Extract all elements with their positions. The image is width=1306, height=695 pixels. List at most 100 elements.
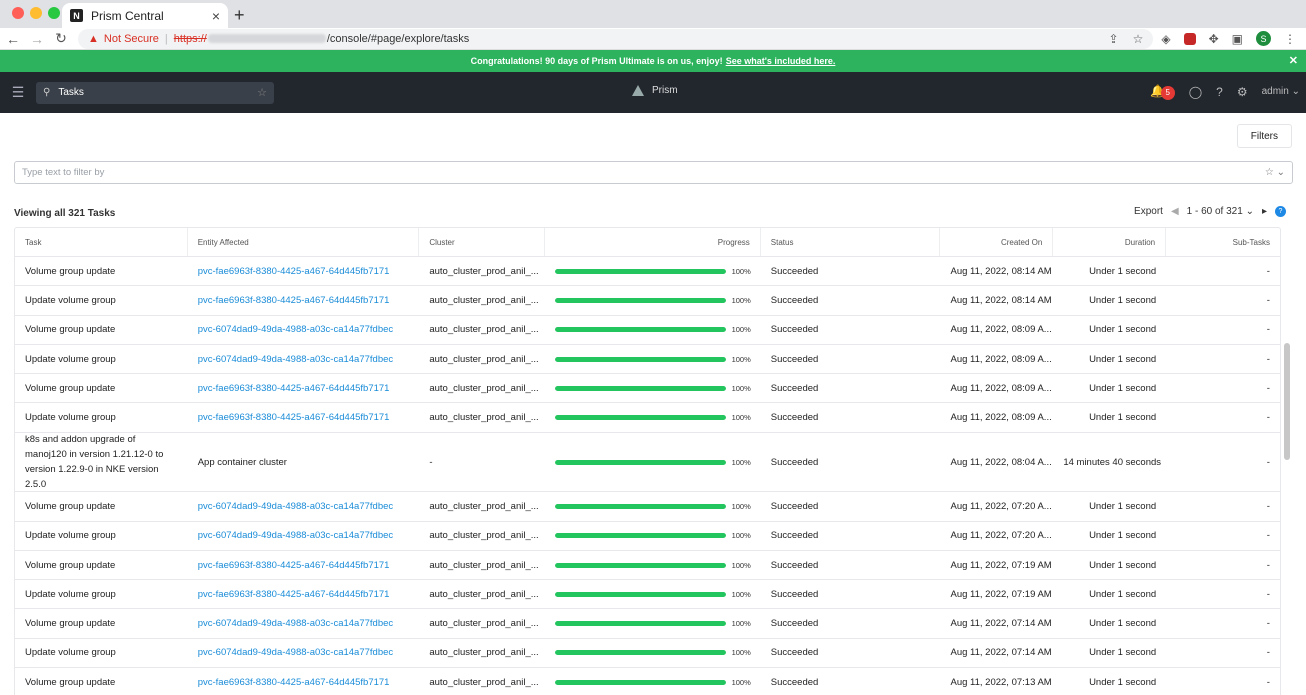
progress-cell: 100% bbox=[545, 648, 761, 657]
created-on: Aug 11, 2022, 07:13 AM bbox=[950, 676, 1052, 688]
column-header-subtasks[interactable]: Sub-Tasks bbox=[1166, 228, 1280, 256]
profile-avatar[interactable]: S bbox=[1256, 31, 1271, 46]
not-secure-label[interactable]: Not Secure bbox=[104, 33, 159, 45]
info-icon[interactable]: ? bbox=[1275, 206, 1286, 217]
column-header-task[interactable]: Task bbox=[15, 228, 188, 256]
entity-link[interactable]: pvc-fae6963f-8380-4425-a467-64d445fb7171 bbox=[188, 589, 420, 600]
progress-fill bbox=[555, 415, 726, 421]
table-row[interactable]: Update volume group pvc-fae6963f-8380-442… bbox=[15, 580, 1280, 610]
sub-tasks: - bbox=[1266, 530, 1270, 542]
table-row[interactable]: Update volume group pvc-6074dad9-49da-498… bbox=[15, 522, 1280, 551]
table-row[interactable]: Volume group update pvc-fae6963f-8380-442… bbox=[15, 668, 1280, 695]
next-page-icon[interactable]: ▸ bbox=[1262, 206, 1267, 217]
previous-page-icon[interactable]: ◀ bbox=[1171, 206, 1179, 217]
table-row[interactable]: Update volume group pvc-fae6963f-8380-442… bbox=[15, 286, 1280, 316]
close-icon[interactable]: ✕ bbox=[1289, 54, 1298, 67]
progress-cell: 100% bbox=[545, 413, 761, 422]
tasks-circle-icon[interactable]: ◯ bbox=[1189, 85, 1202, 99]
table-row[interactable]: Update volume group pvc-6074dad9-49da-498… bbox=[15, 345, 1280, 375]
column-header-progress[interactable]: Progress bbox=[545, 228, 761, 256]
column-header-created[interactable]: Created On bbox=[940, 228, 1054, 256]
progress-percent: 100% bbox=[731, 354, 751, 364]
table-row[interactable]: Volume group update pvc-fae6963f-8380-442… bbox=[15, 374, 1280, 404]
sidebar-icon[interactable]: ▣ bbox=[1232, 32, 1243, 46]
filter-star-icon[interactable]: ☆ ⌄ bbox=[1265, 167, 1285, 178]
entity-link[interactable]: pvc-6074dad9-49da-4988-a03c-ca14a77fdbec bbox=[188, 618, 420, 629]
extension-icon[interactable]: ◈ bbox=[1161, 32, 1170, 46]
sub-tasks: - bbox=[1266, 500, 1270, 512]
cluster-name: auto_cluster_prod_anil_... bbox=[429, 382, 539, 394]
progress-percent: 100% bbox=[731, 560, 751, 570]
column-header-status[interactable]: Status bbox=[761, 228, 941, 256]
star-icon[interactable]: ☆ bbox=[257, 86, 267, 99]
duration: Under 1 second bbox=[1089, 676, 1157, 688]
minimize-window-button[interactable] bbox=[30, 7, 42, 19]
task-name: Volume group update bbox=[25, 382, 116, 394]
header-actions: 🔔 5 ◯ ? ⚙ admin ⌄ bbox=[1150, 84, 1300, 100]
alerts[interactable]: 🔔 5 bbox=[1150, 84, 1175, 100]
extension-shield-icon[interactable] bbox=[1183, 32, 1196, 45]
entity-link[interactable]: pvc-fae6963f-8380-4425-a467-64d445fb7171 bbox=[188, 560, 420, 571]
entity-link[interactable]: pvc-fae6963f-8380-4425-a467-64d445fb7171 bbox=[188, 266, 420, 277]
entity-link[interactable]: pvc-6074dad9-49da-4988-a03c-ca14a77fdbec bbox=[188, 530, 420, 541]
progress-bar bbox=[555, 356, 726, 362]
entity-link[interactable]: pvc-fae6963f-8380-4425-a467-64d445fb7171 bbox=[188, 383, 420, 394]
browser-tab-bar: N Prism Central × + bbox=[0, 0, 1306, 28]
reload-icon[interactable]: ↻ bbox=[50, 30, 72, 47]
puzzle-icon[interactable]: ✥ bbox=[1209, 32, 1219, 46]
entity-link[interactable]: pvc-fae6963f-8380-4425-a467-64d445fb7171 bbox=[188, 412, 420, 423]
gear-icon[interactable]: ⚙ bbox=[1237, 85, 1248, 99]
table-row[interactable]: Volume group update pvc-fae6963f-8380-442… bbox=[15, 551, 1280, 581]
entity-link[interactable]: pvc-fae6963f-8380-4425-a467-64d445fb7171 bbox=[188, 677, 420, 688]
close-window-button[interactable] bbox=[12, 7, 24, 19]
column-header-duration[interactable]: Duration bbox=[1053, 228, 1167, 256]
task-name: Volume group update bbox=[25, 500, 116, 512]
cluster-name: auto_cluster_prod_anil_... bbox=[429, 412, 539, 424]
brand[interactable]: Prism bbox=[632, 85, 678, 96]
back-icon[interactable]: ← bbox=[2, 31, 24, 47]
prism-logo-icon bbox=[632, 85, 644, 96]
kebab-menu-icon[interactable]: ⋮ bbox=[1284, 32, 1296, 46]
address-bar[interactable]: ▲ Not Secure | https:// /console/#page/e… bbox=[78, 28, 1154, 49]
progress-fill bbox=[555, 327, 726, 333]
entity-link[interactable]: pvc-fae6963f-8380-4425-a467-64d445fb7171 bbox=[188, 295, 420, 306]
new-tab-icon[interactable]: + bbox=[234, 5, 245, 26]
share-icon[interactable]: ⇪ bbox=[1109, 32, 1119, 46]
page-range[interactable]: 1 - 60 of 321 ⌄ bbox=[1187, 206, 1254, 217]
entity-link[interactable]: pvc-6074dad9-49da-4988-a03c-ca14a77fdbec bbox=[188, 501, 420, 512]
table-row[interactable]: Update volume group pvc-fae6963f-8380-442… bbox=[15, 403, 1280, 433]
created-on: Aug 11, 2022, 08:04 A... bbox=[950, 456, 1052, 468]
table-row[interactable]: k8s and addon upgrade of manoj120 in ver… bbox=[15, 433, 1280, 493]
entity-search-input[interactable]: ⚲ Tasks ☆ bbox=[36, 81, 274, 104]
table-row[interactable]: Volume group update pvc-fae6963f-8380-442… bbox=[15, 257, 1280, 287]
export-button[interactable]: Export bbox=[1134, 206, 1163, 217]
task-name: Volume group update bbox=[25, 265, 116, 277]
tab-close-icon[interactable]: × bbox=[212, 8, 220, 24]
maximize-window-button[interactable] bbox=[48, 7, 60, 19]
cluster-name: - bbox=[429, 456, 433, 468]
table-row[interactable]: Volume group update pvc-6074dad9-49da-498… bbox=[15, 609, 1280, 639]
help-icon[interactable]: ? bbox=[1216, 85, 1223, 99]
table-row[interactable]: Volume group update pvc-6074dad9-49da-498… bbox=[15, 492, 1280, 522]
progress-cell: 100% bbox=[545, 296, 761, 305]
filters-button[interactable]: Filters bbox=[1236, 124, 1292, 148]
created-on: Aug 11, 2022, 07:19 AM bbox=[950, 588, 1052, 600]
entity-link[interactable]: pvc-6074dad9-49da-4988-a03c-ca14a77fdbec bbox=[188, 647, 420, 658]
bookmark-star-icon[interactable]: ☆ bbox=[1133, 32, 1144, 46]
browser-tab[interactable]: N Prism Central × bbox=[62, 3, 228, 28]
table-row[interactable]: Update volume group pvc-6074dad9-49da-498… bbox=[15, 639, 1280, 669]
user-menu[interactable]: admin ⌄ bbox=[1262, 86, 1300, 97]
entity-link[interactable]: pvc-6074dad9-49da-4988-a03c-ca14a77fdbec bbox=[188, 354, 420, 365]
tab-title: Prism Central bbox=[91, 8, 164, 23]
banner-link[interactable]: See what's included here. bbox=[726, 56, 836, 66]
cluster-name: auto_cluster_prod_anil_... bbox=[429, 647, 539, 659]
entity-link[interactable]: pvc-6074dad9-49da-4988-a03c-ca14a77fdbec bbox=[188, 324, 420, 335]
table-row[interactable]: Volume group update pvc-6074dad9-49da-498… bbox=[15, 316, 1280, 345]
entity-link: App container cluster bbox=[197, 456, 287, 468]
forward-icon[interactable]: → bbox=[26, 31, 48, 47]
filter-input[interactable]: Type text to filter by ☆ ⌄ bbox=[14, 161, 1293, 184]
column-header-cluster[interactable]: Cluster bbox=[419, 228, 546, 256]
column-header-entity[interactable]: Entity Affected bbox=[188, 228, 420, 256]
scrollbar[interactable] bbox=[1284, 343, 1290, 460]
hamburger-menu-icon[interactable]: ☰ bbox=[0, 84, 36, 101]
